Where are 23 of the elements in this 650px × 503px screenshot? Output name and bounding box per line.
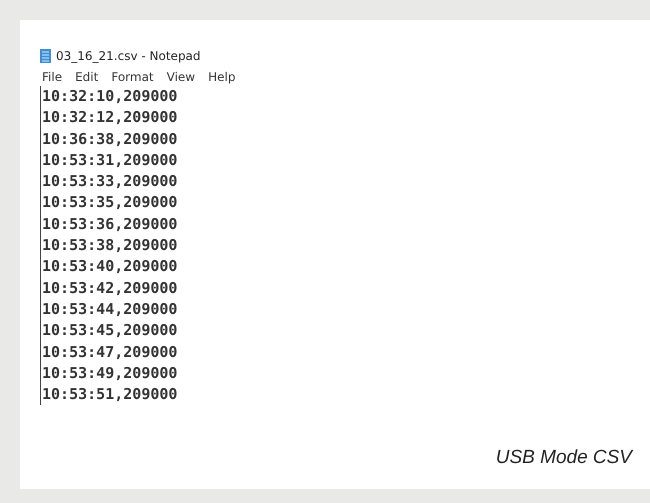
caption: USB Mode CSV — [496, 447, 632, 469]
text-line: 10:53:40,209000 — [42, 256, 178, 278]
window-title: 03_16_21.csv - Notepad — [56, 49, 201, 63]
text-line: 10:53:36,209000 — [42, 214, 178, 235]
menu-item[interactable]: Help — [208, 70, 236, 84]
menu-item[interactable]: View — [166, 70, 196, 84]
menu-item[interactable]: File — [42, 70, 62, 84]
text-line: 10:53:35,209000 — [42, 192, 178, 214]
text-line: 10:32:10,209000 — [42, 86, 178, 107]
menu-item[interactable]: Format — [111, 70, 154, 84]
document-icon — [40, 49, 51, 63]
text-line: 10:53:33,209000 — [42, 171, 178, 192]
text-line: 10:53:44,209000 — [42, 298, 178, 320]
text-line: 10:36:38,209000 — [42, 128, 178, 150]
text-line: 10:53:49,209000 — [42, 362, 178, 384]
text-line: 10:53:42,209000 — [42, 278, 178, 299]
text-line: 10:53:47,209000 — [42, 342, 178, 363]
text-line: 10:32:12,209000 — [42, 107, 178, 128]
menu-item[interactable]: Edit — [75, 70, 98, 84]
text-line: 10:53:31,209000 — [42, 150, 178, 171]
text-line: 10:53:45,209000 — [42, 320, 178, 342]
text-line: 10:53:38,209000 — [42, 235, 178, 256]
text-line: 10:53:51,209000 — [42, 384, 178, 406]
